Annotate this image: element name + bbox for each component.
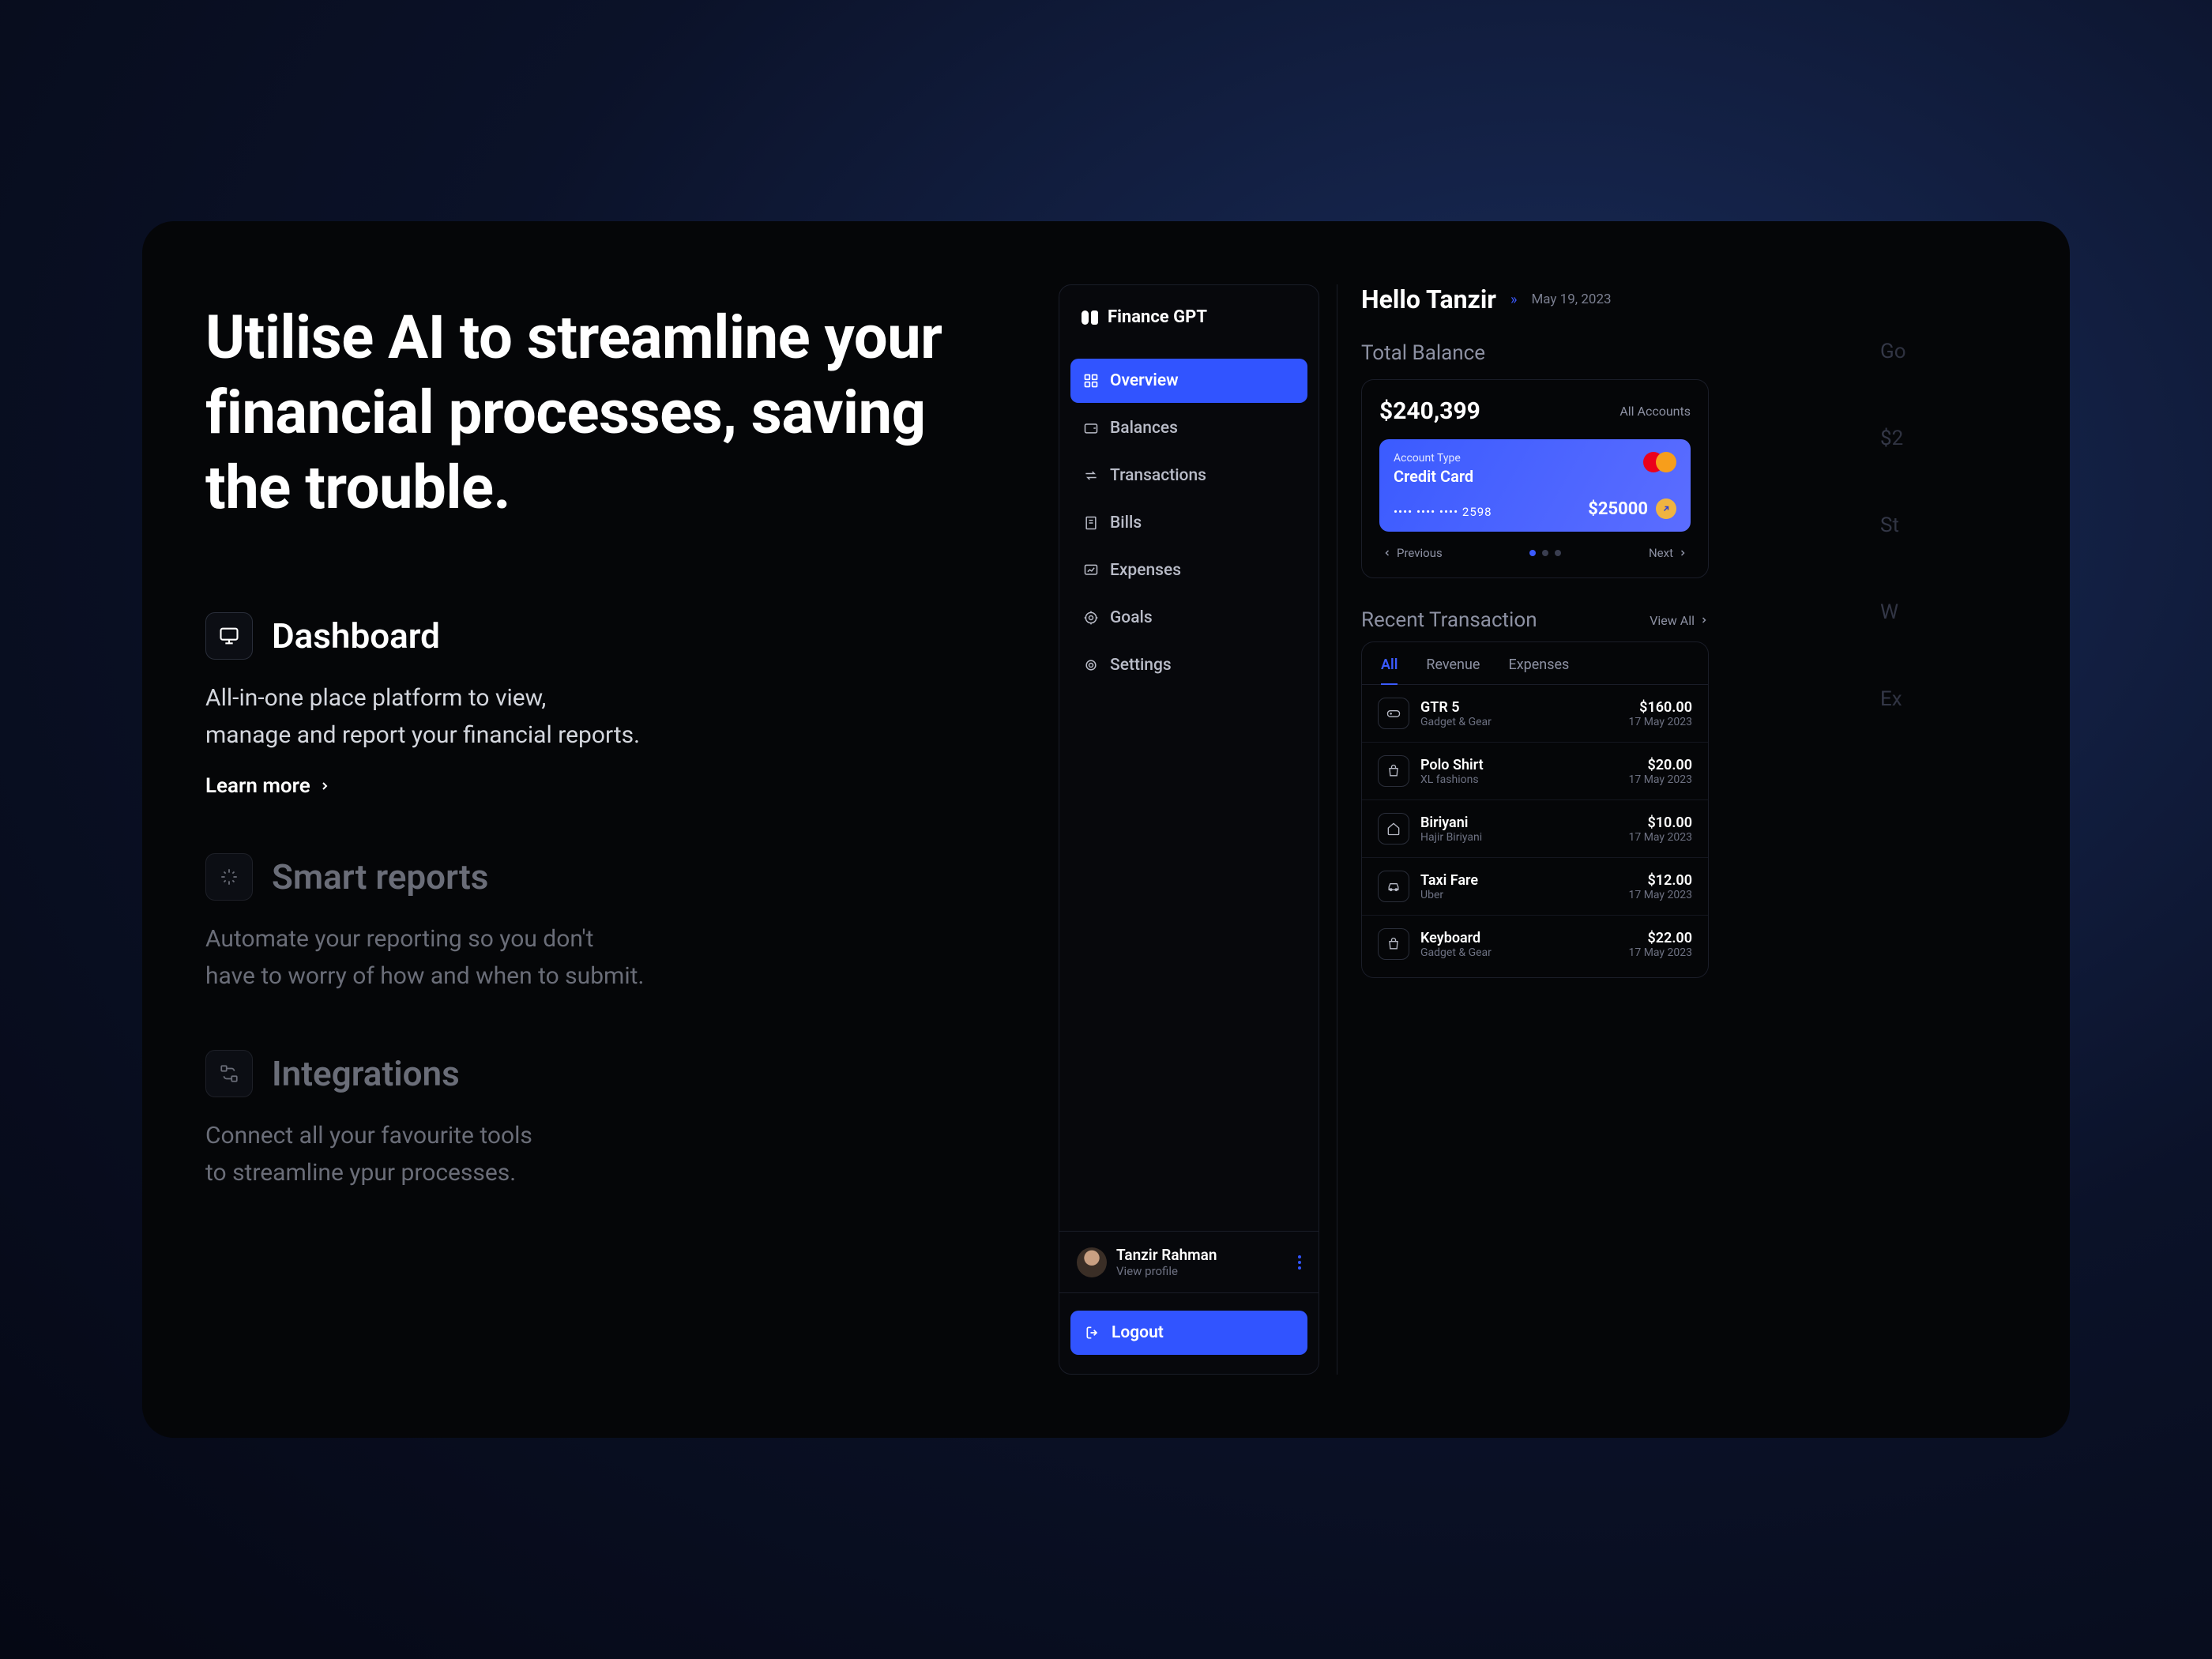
transaction-row[interactable]: Taxi FareUber $12.0017 May 2023 [1362, 858, 1708, 916]
account-type-label: Account Type [1394, 452, 1473, 465]
brand: Finance GPT [1059, 307, 1319, 327]
landing-card: Utilise AI to streamline your financial … [142, 221, 2070, 1438]
swap-icon [1083, 468, 1099, 483]
feature-desc: Automate your reporting so you don't hav… [205, 921, 980, 995]
card-number: •••• •••• •••• 2598 [1394, 505, 1492, 519]
all-accounts-label: All Accounts [1620, 404, 1691, 419]
logout-button[interactable]: Logout [1070, 1311, 1307, 1355]
feature-integrations: Integrations Connect all your favourite … [205, 1050, 980, 1191]
nav-goals[interactable]: Goals [1070, 596, 1307, 640]
bag-icon [1378, 928, 1409, 960]
main-panel: Hello Tanzir » May 19, 2023 Total Balanc… [1337, 284, 2070, 1375]
target-icon [1083, 610, 1099, 626]
account-type: Credit Card [1394, 467, 1473, 486]
nav-settings[interactable]: Settings [1070, 643, 1307, 687]
next-button[interactable]: Next [1649, 546, 1687, 560]
chart-icon [1083, 562, 1099, 578]
balance-card: $240,399 All Accounts Account Type Credi… [1361, 379, 1709, 578]
sidebar: Finance GPT Overview Balances Transactio… [1059, 284, 1319, 1375]
feature-smart-reports: Smart reports Automate your reporting so… [205, 853, 980, 995]
nav-overview[interactable]: Overview [1070, 359, 1307, 403]
car-icon [1378, 871, 1409, 902]
headline: Utilise AI to streamline your financial … [205, 300, 980, 525]
nav-bills[interactable]: Bills [1070, 501, 1307, 545]
balance-amount: $240,399 [1379, 397, 1480, 425]
app-mock: Finance GPT Overview Balances Transactio… [1059, 284, 2070, 1375]
grid-icon [1083, 373, 1099, 389]
transaction-row[interactable]: GTR 5Gadget & Gear $160.0017 May 2023 [1362, 685, 1708, 743]
transactions-panel: All Revenue Expenses GTR 5Gadget & Gear … [1361, 641, 1709, 978]
faded-right-hints: Go $2 St W Ex [1880, 340, 2070, 774]
more-icon[interactable] [1298, 1255, 1301, 1270]
feature-desc: All-in-one place platform to view, manag… [205, 680, 980, 754]
arrow-up-right-icon [1656, 498, 1676, 519]
previous-button[interactable]: Previous [1382, 546, 1443, 560]
transaction-row[interactable]: BiriyaniHajir Biriyani $10.0017 May 2023 [1362, 800, 1708, 858]
chevron-right-icon [318, 780, 331, 792]
date: May 19, 2023 [1531, 292, 1611, 307]
transaction-row[interactable]: Polo ShirtXL fashions $20.0017 May 2023 [1362, 743, 1708, 800]
tabs: All Revenue Expenses [1362, 642, 1708, 685]
credit-card[interactable]: Account Type Credit Card •••• •••• •••• … [1379, 439, 1691, 532]
left-column: Utilise AI to streamline your financial … [205, 284, 1059, 1375]
view-all-link[interactable]: View All [1650, 613, 1709, 628]
learn-more-link[interactable]: Learn more [205, 774, 331, 798]
chevron-right-icon [1699, 615, 1709, 625]
avatar [1077, 1247, 1107, 1277]
nav-balances[interactable]: Balances [1070, 406, 1307, 450]
pager-dots [1529, 550, 1561, 556]
tab-all[interactable]: All [1381, 656, 1398, 684]
chevron-right-icon [1678, 548, 1687, 558]
tab-expenses[interactable]: Expenses [1508, 656, 1569, 684]
chevron-left-icon [1382, 548, 1392, 558]
logout-icon [1085, 1325, 1100, 1341]
feature-title: Integrations [272, 1053, 460, 1094]
nav-expenses[interactable]: Expenses [1070, 548, 1307, 592]
greeting: Hello Tanzir [1361, 284, 1496, 314]
home-icon [1378, 813, 1409, 845]
logo-icon [1082, 310, 1098, 325]
nav-transactions[interactable]: Transactions [1070, 453, 1307, 498]
nav: Overview Balances Transactions Bills Exp… [1059, 359, 1319, 687]
receipt-icon [1083, 515, 1099, 531]
profile-section[interactable]: Tanzir Rahman View profile [1059, 1231, 1319, 1293]
card-balance: $25000 [1588, 499, 1648, 519]
feature-title: Dashboard [272, 615, 440, 656]
feature-desc: Connect all your favourite tools to stre… [205, 1118, 980, 1191]
gamepad-icon [1378, 698, 1409, 729]
recent-label: Recent Transaction [1361, 608, 1537, 632]
feature-dashboard: Dashboard All-in-one place platform to v… [205, 612, 980, 798]
monitor-icon [205, 612, 253, 660]
chevrons-right-icon: » [1510, 292, 1517, 308]
gear-icon [1083, 657, 1099, 673]
wallet-icon [1083, 420, 1099, 436]
tab-revenue[interactable]: Revenue [1426, 656, 1480, 684]
integrations-icon [205, 1050, 253, 1097]
feature-title: Smart reports [272, 856, 488, 897]
mastercard-icon [1643, 452, 1676, 472]
profile-name: Tanzir Rahman [1116, 1246, 1217, 1264]
sparkle-icon [205, 853, 253, 901]
transaction-row[interactable]: KeyboardGadget & Gear $22.0017 May 2023 [1362, 916, 1708, 972]
bag-icon [1378, 755, 1409, 787]
profile-sub: View profile [1116, 1264, 1217, 1278]
